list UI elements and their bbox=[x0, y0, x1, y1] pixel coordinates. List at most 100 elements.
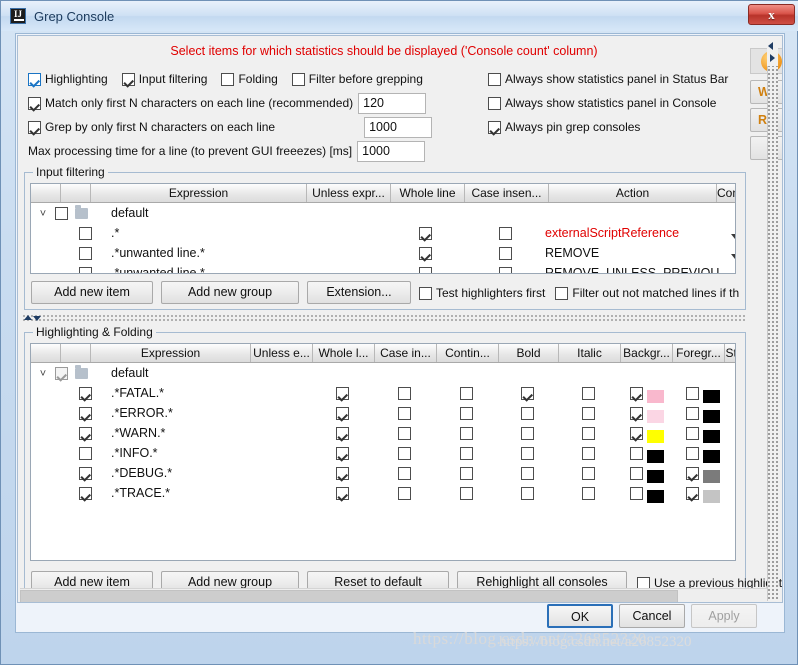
checkbox-italic[interactable] bbox=[582, 387, 595, 400]
col-continue[interactable]: Conti bbox=[717, 184, 736, 202]
checkbox-bold[interactable] bbox=[521, 467, 534, 480]
background-color-swatch[interactable] bbox=[647, 470, 664, 483]
col-continue[interactable]: Contin... bbox=[437, 344, 499, 362]
horizontal-scrollbar[interactable] bbox=[20, 588, 776, 603]
checkbox-continue[interactable] bbox=[460, 487, 473, 500]
checkbox-foreground-enabled[interactable] bbox=[686, 427, 699, 440]
collapse-down-icon[interactable] bbox=[33, 316, 41, 321]
table-row[interactable]: .*DEBUG.* bbox=[31, 463, 735, 483]
table-row[interactable]: .*FATAL.* bbox=[31, 383, 735, 403]
checkbox-italic[interactable] bbox=[582, 407, 595, 420]
col-whole-line[interactable]: Whole l... bbox=[313, 344, 375, 362]
checkbox-case-insensitive[interactable] bbox=[499, 247, 512, 260]
checkbox-row-enabled[interactable] bbox=[79, 467, 92, 480]
checkbox-foreground-enabled[interactable] bbox=[686, 467, 699, 480]
checkbox-row-enabled[interactable] bbox=[79, 227, 92, 240]
checkbox-continue[interactable] bbox=[460, 447, 473, 460]
table-row[interactable]: .*TRACE.* bbox=[31, 483, 735, 503]
checkbox-case-insensitive[interactable] bbox=[398, 387, 411, 400]
checkbox-whole-line[interactable] bbox=[419, 227, 432, 240]
checkbox-row-enabled[interactable] bbox=[79, 447, 92, 460]
collapse-up-icon[interactable] bbox=[24, 315, 32, 320]
checkbox-bold[interactable] bbox=[521, 387, 534, 400]
background-color-swatch[interactable] bbox=[647, 430, 664, 443]
background-color-swatch[interactable] bbox=[647, 490, 664, 503]
table-row[interactable]: .*unwanted line.* REMOVE bbox=[31, 243, 735, 263]
checkbox-foreground-enabled[interactable] bbox=[686, 387, 699, 400]
checkbox-background-enabled[interactable] bbox=[630, 447, 643, 460]
cancel-button[interactable]: Cancel bbox=[619, 604, 685, 628]
vertical-splitter[interactable] bbox=[767, 38, 778, 601]
checkbox-stats-status-bar[interactable] bbox=[488, 73, 501, 86]
checkbox-case-insensitive[interactable] bbox=[398, 467, 411, 480]
input-match-first-n[interactable]: 120 bbox=[358, 93, 426, 114]
checkbox-whole-line[interactable] bbox=[336, 427, 349, 440]
checkbox-italic[interactable] bbox=[582, 467, 595, 480]
background-color-swatch[interactable] bbox=[647, 450, 664, 463]
checkbox-italic[interactable] bbox=[582, 487, 595, 500]
checkbox-test-highlighters-first[interactable] bbox=[419, 287, 432, 300]
table-row-group[interactable]: ˅ default bbox=[31, 363, 735, 383]
background-color-swatch[interactable] bbox=[647, 410, 664, 423]
checkbox-highlighting[interactable] bbox=[28, 73, 41, 86]
checkbox-background-enabled[interactable] bbox=[630, 467, 643, 480]
checkbox-bold[interactable] bbox=[521, 447, 534, 460]
extension-button[interactable]: Extension... bbox=[307, 281, 411, 304]
checkbox-case-insensitive[interactable] bbox=[499, 267, 512, 274]
checkbox-pin-grep-consoles[interactable] bbox=[488, 121, 501, 134]
foreground-color-swatch[interactable] bbox=[703, 390, 720, 403]
checkbox-group-enabled[interactable] bbox=[55, 367, 68, 380]
checkbox-bold[interactable] bbox=[521, 427, 534, 440]
checkbox-background-enabled[interactable] bbox=[630, 407, 643, 420]
checkbox-case-insensitive[interactable] bbox=[398, 487, 411, 500]
col-bold[interactable]: Bold bbox=[499, 344, 559, 362]
col-expand[interactable] bbox=[31, 184, 61, 202]
horizontal-scrollbar-thumb[interactable] bbox=[20, 590, 678, 603]
col-enabled[interactable] bbox=[61, 184, 91, 202]
checkbox-foreground-enabled[interactable] bbox=[686, 447, 699, 460]
checkbox-continue[interactable] bbox=[460, 407, 473, 420]
table-row-group[interactable]: ˅ default bbox=[31, 203, 735, 223]
checkbox-row-enabled[interactable] bbox=[79, 427, 92, 440]
col-whole-line[interactable]: Whole line bbox=[391, 184, 465, 202]
checkbox-whole-line[interactable] bbox=[336, 407, 349, 420]
checkbox-whole-line[interactable] bbox=[336, 487, 349, 500]
checkbox-match-first-n[interactable] bbox=[28, 97, 41, 110]
checkbox-filter-before-grepping[interactable] bbox=[292, 73, 305, 86]
checkbox-case-insensitive[interactable] bbox=[398, 427, 411, 440]
col-unless-expression[interactable]: Unless expr... bbox=[307, 184, 391, 202]
collapse-right-icon[interactable] bbox=[770, 54, 775, 62]
checkbox-input-filtering[interactable] bbox=[122, 73, 135, 86]
checkbox-bold[interactable] bbox=[521, 407, 534, 420]
checkbox-row-enabled[interactable] bbox=[79, 487, 92, 500]
col-status-bar[interactable]: StatusB... bbox=[725, 344, 736, 362]
checkbox-whole-line[interactable] bbox=[336, 467, 349, 480]
input-grep-first-n[interactable]: 1000 bbox=[364, 117, 432, 138]
chevron-down-icon[interactable]: ˅ bbox=[40, 364, 46, 384]
chevron-down-icon[interactable]: ˅ bbox=[40, 204, 46, 224]
col-expression[interactable]: Expression bbox=[91, 184, 307, 202]
checkbox-row-enabled[interactable] bbox=[79, 407, 92, 420]
col-background[interactable]: Backgr... bbox=[621, 344, 673, 362]
checkbox-case-insensitive[interactable] bbox=[499, 227, 512, 240]
foreground-color-swatch[interactable] bbox=[703, 490, 720, 503]
checkbox-group-enabled[interactable] bbox=[55, 207, 68, 220]
foreground-color-swatch[interactable] bbox=[703, 410, 720, 423]
checkbox-background-enabled[interactable] bbox=[630, 427, 643, 440]
table-row[interactable]: .* externalScriptReference bbox=[31, 223, 735, 243]
foreground-color-swatch[interactable] bbox=[703, 450, 720, 463]
checkbox-row-enabled[interactable] bbox=[79, 267, 92, 274]
chevron-down-icon[interactable] bbox=[731, 254, 736, 259]
col-foreground[interactable]: Foregr... bbox=[673, 344, 725, 362]
checkbox-italic[interactable] bbox=[582, 447, 595, 460]
ok-button[interactable]: OK bbox=[547, 604, 613, 628]
checkbox-folding[interactable] bbox=[221, 73, 234, 86]
foreground-color-swatch[interactable] bbox=[703, 430, 720, 443]
col-enabled[interactable] bbox=[61, 344, 91, 362]
input-add-new-group-button[interactable]: Add new group bbox=[161, 281, 299, 304]
checkbox-filter-out-unmatched[interactable] bbox=[555, 287, 568, 300]
checkbox-row-enabled[interactable] bbox=[79, 247, 92, 260]
input-add-new-item-button[interactable]: Add new item bbox=[31, 281, 153, 304]
table-row[interactable]: .*WARN.* bbox=[31, 423, 735, 443]
input-max-processing-time[interactable]: 1000 bbox=[357, 141, 425, 162]
